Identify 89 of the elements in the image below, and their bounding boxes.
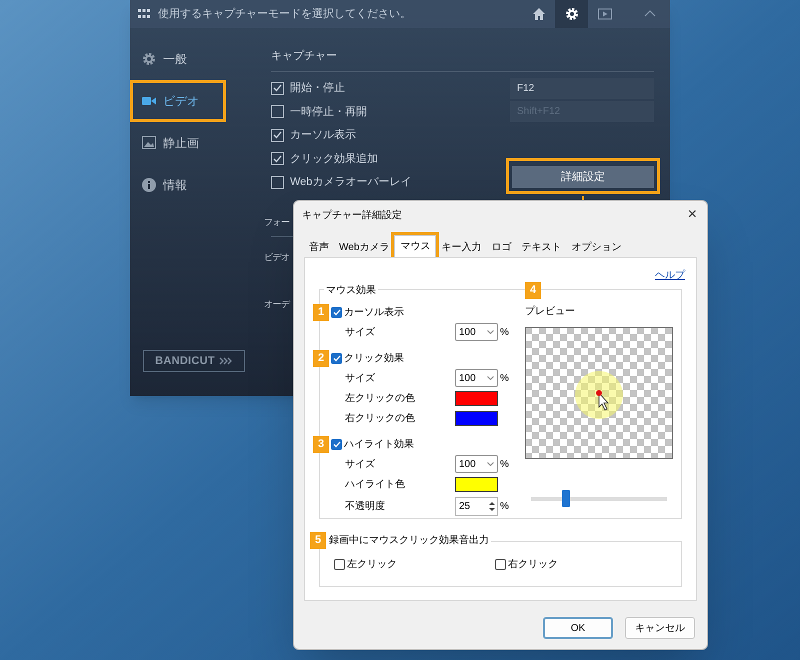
window-title: 使用するキャプチャーモードを選択してください。 — [158, 6, 412, 22]
sidebar-item[interactable]: 静止画 — [130, 122, 260, 164]
size-dropdown[interactable]: 100 — [455, 455, 498, 473]
dialog-button[interactable]: キャンセル — [625, 617, 695, 639]
tab[interactable]: キー入力 — [436, 237, 486, 257]
video-camera-icon — [142, 94, 156, 108]
details-button[interactable]: 詳細設定 — [512, 166, 654, 188]
option-label: 開始・停止 — [290, 81, 346, 96]
option-label: クリック効果追加 — [290, 152, 379, 166]
dialog-title: キャプチャー詳細設定 — [302, 208, 403, 222]
unit-label: % — [500, 326, 509, 340]
tab[interactable]: ロゴ — [486, 237, 516, 257]
unit-label: % — [500, 500, 509, 514]
bandicut-button[interactable]: BANDICUT — [143, 350, 245, 372]
tab[interactable]: オプション — [566, 237, 626, 257]
number-badge: 4 — [525, 282, 541, 299]
section-title: フォー — [264, 216, 290, 229]
tab[interactable]: Webカメラ — [334, 237, 394, 257]
checkbox[interactable] — [331, 352, 342, 364]
checkbox[interactable] — [271, 152, 284, 166]
option-label: 右クリック — [508, 558, 558, 572]
tab[interactable]: テキスト — [516, 237, 566, 257]
checkbox[interactable] — [271, 128, 284, 142]
check-icon — [273, 84, 282, 92]
option-label: クリック効果 — [344, 352, 404, 366]
check-icon — [332, 354, 340, 362]
grid-icon — [138, 9, 150, 19]
field-label: 左クリックの色 — [345, 392, 416, 406]
check-icon — [273, 154, 282, 163]
setting-label: オーデ — [264, 298, 290, 311]
field-label: サイズ — [345, 326, 376, 340]
sidebar-item[interactable]: ビデオ — [130, 80, 226, 122]
checkbox[interactable] — [271, 82, 284, 95]
option-label: 一時停止・再開 — [290, 104, 368, 120]
checkbox[interactable] — [334, 558, 345, 570]
close-button[interactable]: × — [684, 207, 701, 223]
info-icon — [142, 178, 156, 192]
checkbox[interactable] — [495, 558, 506, 570]
checkbox[interactable] — [331, 306, 342, 318]
toolbar-tab[interactable] — [555, 0, 588, 28]
field-label: サイズ — [345, 458, 376, 472]
checkbox[interactable] — [271, 105, 284, 118]
slider-thumb[interactable] — [562, 490, 570, 507]
settings-icon — [564, 7, 578, 21]
gear-icon — [142, 52, 156, 66]
number-badge: 2 — [313, 350, 329, 366]
tab[interactable]: 音声 — [304, 237, 334, 257]
picture-icon — [142, 136, 156, 150]
sidebar-item[interactable]: 一般 — [130, 38, 260, 80]
number-badge: 1 — [313, 304, 329, 320]
chevron-down-icon — [487, 330, 494, 334]
check-icon — [332, 308, 340, 316]
option-label: 左クリック — [347, 558, 397, 572]
section-title: キャプチャー — [270, 48, 338, 64]
option-label: ハイライト効果 — [344, 438, 414, 452]
number-badge: 5 — [310, 532, 326, 549]
group-title: 録画中にマウスクリック効果音出力 — [329, 534, 489, 548]
field-label: サイズ — [345, 372, 376, 386]
help-link[interactable]: ヘルプ — [655, 268, 685, 283]
dialog-button[interactable]: OK — [543, 617, 613, 639]
field-label: 右クリックの色 — [345, 412, 416, 426]
home-icon — [532, 7, 546, 21]
play-icon — [598, 7, 612, 21]
option-label: カーソル表示 — [344, 306, 404, 320]
size-dropdown[interactable]: 100 — [455, 369, 498, 387]
hotkey-field[interactable]: F12 — [510, 78, 654, 99]
checkbox[interactable] — [271, 176, 284, 189]
unit-label: % — [500, 458, 509, 472]
check-icon — [332, 440, 340, 448]
unit-label: % — [500, 372, 509, 386]
chevron-down-icon — [487, 376, 494, 380]
number-badge: 3 — [313, 436, 329, 452]
chevron-down-icon — [487, 462, 494, 466]
field-label: 不透明度 — [345, 500, 386, 514]
option-label: カーソル表示 — [290, 128, 357, 143]
color-swatch[interactable] — [455, 410, 498, 426]
color-swatch[interactable] — [455, 390, 498, 406]
field-label: ハイライト色 — [345, 478, 406, 492]
tab[interactable]: マウス — [394, 235, 436, 257]
check-icon — [273, 131, 282, 140]
option-label: Webカメラオーバーレイ — [290, 175, 412, 190]
checkbox[interactable] — [331, 438, 342, 450]
sidebar-item[interactable]: 情報 — [130, 164, 260, 206]
chevrons-icon — [218, 357, 233, 365]
color-swatch[interactable] — [455, 476, 498, 492]
size-dropdown[interactable]: 100 — [455, 323, 498, 341]
preview-label: プレビュー — [525, 304, 576, 319]
opacity-spinbox[interactable]: 25 — [455, 496, 498, 516]
setting-label: ビデオ — [264, 250, 290, 264]
